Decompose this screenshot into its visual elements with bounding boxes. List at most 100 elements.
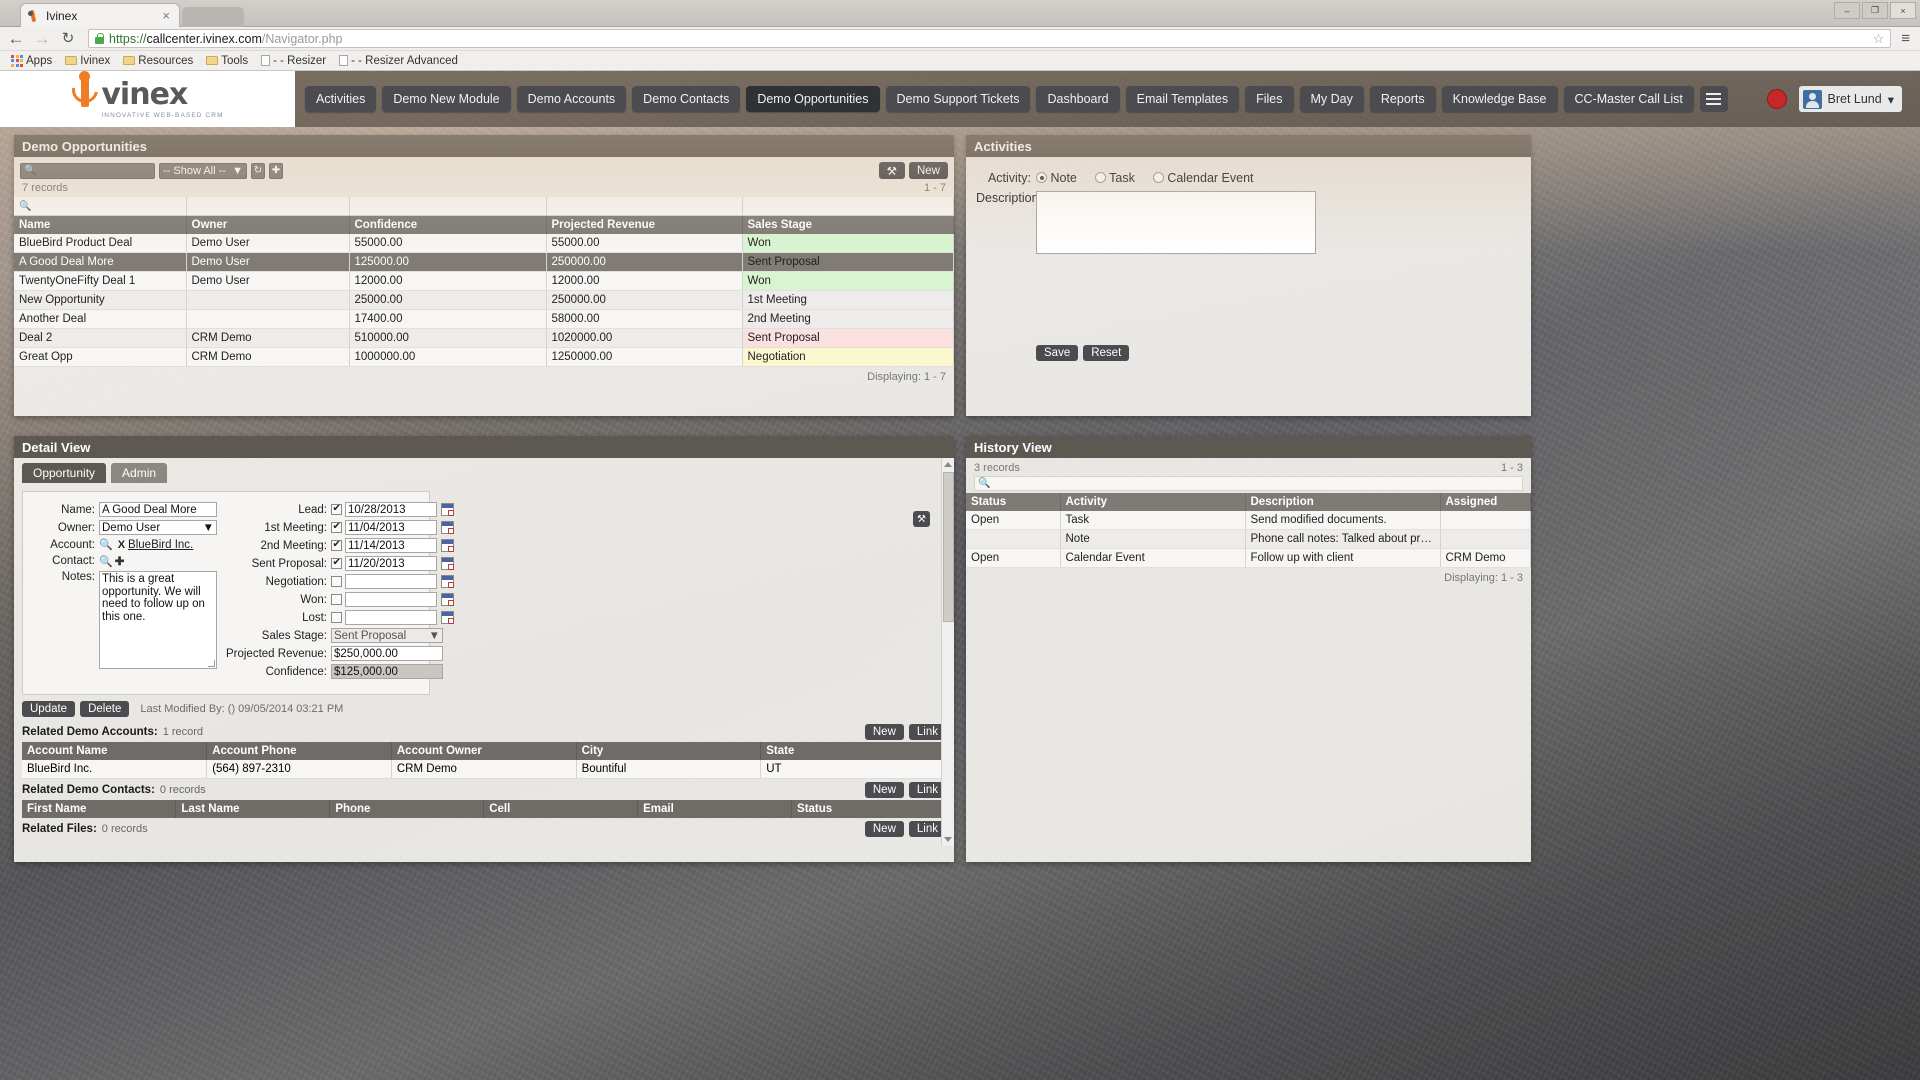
column-header[interactable]: Description [1245, 493, 1441, 511]
milestone-checkbox[interactable] [331, 539, 342, 551]
bookmark-item[interactable]: Ivinex [60, 54, 115, 68]
new-tab-button[interactable] [182, 7, 244, 27]
column-header[interactable]: Name [14, 215, 187, 234]
name-input[interactable]: A Good Deal More [99, 502, 217, 517]
milestone-date-input[interactable] [345, 610, 437, 625]
description-textarea[interactable] [1036, 191, 1316, 254]
milestone-date-input[interactable]: 11/20/2013 [345, 556, 437, 571]
add-icon[interactable]: ✚ [269, 162, 283, 179]
column-header[interactable]: Projected Revenue [546, 215, 743, 234]
account-clear-button[interactable]: X [118, 539, 125, 551]
calendar-icon[interactable] [441, 521, 454, 534]
delete-button[interactable]: Delete [80, 701, 130, 717]
search-input[interactable]: 🔍 [20, 162, 155, 179]
browser-menu-icon[interactable]: ≡ [1897, 30, 1914, 47]
nav-item-demo-accounts[interactable]: Demo Accounts [516, 86, 627, 112]
related-new-button[interactable]: New [864, 782, 904, 798]
nav-item-knowledge-base[interactable]: Knowledge Base [1441, 86, 1558, 112]
column-header[interactable]: First Name [22, 800, 177, 818]
related-new-button[interactable]: New [864, 724, 904, 740]
milestone-checkbox[interactable] [331, 594, 342, 605]
nav-item-email-templates[interactable]: Email Templates [1125, 86, 1240, 112]
minimize-button[interactable]: – [1834, 2, 1860, 19]
column-header[interactable]: Activity [1060, 493, 1246, 511]
table-row[interactable]: Note Phone call notes: Talked about propo… [966, 529, 1531, 549]
table-row[interactable]: Another Deal 17400.00 58000.00 2nd Meeting [14, 309, 954, 329]
column-header[interactable]: Account Name [22, 742, 208, 760]
milestone-checkbox[interactable] [331, 612, 342, 623]
tab-admin[interactable]: Admin [111, 463, 168, 483]
column-header[interactable]: Status [966, 493, 1061, 511]
projected-revenue-input[interactable]: $250,000.00 [331, 646, 443, 661]
column-header[interactable]: Cell [483, 800, 639, 818]
bookmark-item[interactable]: - - Resizer Advanced [334, 54, 463, 68]
calendar-icon[interactable] [441, 503, 454, 516]
milestone-date-input[interactable]: 10/28/2013 [345, 502, 437, 517]
address-bar[interactable]: https://callcenter.ivinex.com/Navigator.… [88, 29, 1892, 48]
account-lookup-icon[interactable]: 🔍 [99, 538, 113, 551]
table-row[interactable]: Deal 2 CRM Demo 510000.00 1020000.00 Sent Pr… [14, 328, 954, 348]
bookmark-item[interactable]: - - Resizer [256, 54, 331, 68]
maximize-button[interactable]: ❐ [1862, 2, 1888, 19]
column-header[interactable]: City [576, 742, 762, 760]
refresh-icon[interactable]: ↻ [251, 162, 265, 179]
column-header[interactable]: Owner [186, 215, 350, 234]
close-icon[interactable]: × [159, 8, 173, 23]
column-header[interactable]: Account Owner [391, 742, 577, 760]
forward-icon[interactable]: → [32, 30, 52, 47]
scrollbar-thumb[interactable] [943, 472, 954, 622]
record-status-icon[interactable] [1766, 89, 1787, 109]
column-header[interactable]: Sales Stage [742, 215, 954, 234]
column-header[interactable]: Last Name [175, 800, 331, 818]
owner-select[interactable]: Demo User ▼ [99, 520, 217, 535]
reload-icon[interactable]: ↻ [58, 31, 78, 46]
column-filter-row[interactable]: 🔍 [14, 197, 954, 216]
table-row[interactable]: New Opportunity 25000.00 250000.00 1st Meet… [14, 290, 954, 310]
column-header[interactable]: Account Phone [206, 742, 392, 760]
milestone-date-input[interactable]: 11/14/2013 [345, 538, 437, 553]
radio-option-task[interactable]: Task [1094, 171, 1135, 185]
filter-cell[interactable] [742, 197, 954, 216]
table-row[interactable]: BlueBird Inc. (564) 897-2310 CRM Demo Bount… [22, 760, 946, 779]
nav-item-activities[interactable]: Activities [305, 86, 377, 112]
notes-textarea[interactable]: This is a great opportunity. We will nee… [99, 571, 217, 669]
column-header[interactable]: Assigned [1440, 493, 1531, 511]
bookmark-item[interactable]: Apps [6, 54, 57, 68]
calendar-icon[interactable] [441, 593, 454, 606]
nav-item-demo-new-module[interactable]: Demo New Module [382, 86, 511, 112]
filter-cell[interactable] [546, 197, 743, 216]
column-header[interactable]: Phone [329, 800, 485, 818]
radio-icon[interactable] [1094, 172, 1106, 183]
update-button[interactable]: Update [22, 701, 76, 717]
column-header[interactable]: Email [637, 800, 793, 818]
nav-item-demo-opportunities[interactable]: Demo Opportunities [746, 86, 880, 112]
browser-tab[interactable]: Ivinex × [20, 3, 180, 27]
back-icon[interactable]: ← [6, 30, 26, 47]
table-row[interactable]: Open Calendar Event Follow up with client C… [966, 548, 1531, 568]
table-row[interactable]: Open Task Send modified documents. [966, 511, 1531, 530]
filter-cell-search[interactable]: 🔍 [14, 197, 187, 216]
calendar-icon[interactable] [441, 611, 454, 624]
save-button[interactable]: Save [1036, 345, 1079, 361]
milestone-date-input[interactable] [345, 592, 437, 607]
nav-item-demo-contacts[interactable]: Demo Contacts [632, 86, 741, 112]
calendar-icon[interactable] [441, 539, 454, 552]
table-row[interactable]: BlueBird Product Deal Demo User 55000.00 55… [14, 234, 954, 253]
bookmark-item[interactable]: Resources [118, 54, 198, 68]
scroll-up-icon[interactable] [944, 462, 952, 467]
sales-stage-select[interactable]: Sent Proposal ▼ [331, 628, 443, 643]
milestone-date-input[interactable] [345, 574, 437, 589]
wrench-icon[interactable]: ⚒ [878, 162, 905, 179]
radio-icon[interactable] [1152, 172, 1164, 183]
contact-lookup-icon[interactable]: 🔍 [99, 555, 113, 568]
history-search-input[interactable]: 🔍 [974, 476, 1523, 491]
window-close-button[interactable]: × [1890, 2, 1916, 19]
milestone-checkbox[interactable] [331, 576, 342, 587]
radio-option-calendar-event[interactable]: Calendar Event [1152, 171, 1254, 185]
account-link[interactable]: BlueBird Inc. [128, 539, 193, 551]
tab-opportunity[interactable]: Opportunity [22, 463, 107, 483]
related-new-button[interactable]: New [864, 821, 904, 837]
user-menu[interactable]: Bret Lund ▾ [1798, 86, 1902, 112]
nav-item-demo-support-tickets[interactable]: Demo Support Tickets [885, 86, 1031, 112]
radio-option-note[interactable]: Note [1036, 171, 1077, 185]
